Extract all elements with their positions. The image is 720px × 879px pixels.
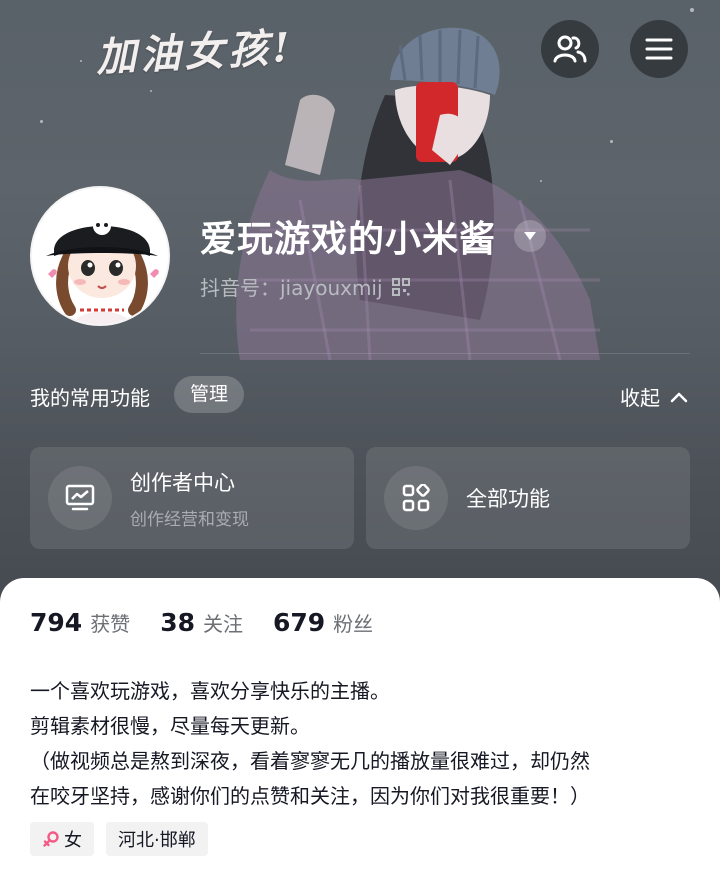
nickname: 爱玩游戏的小米酱 [200,219,497,260]
followers-count: 679 [272,608,326,637]
all-functions-card[interactable]: 全部功能 [366,447,690,549]
caret-down-icon [524,232,537,240]
douyin-id: 抖音号：jiayouxmij [200,276,383,300]
bio[interactable]: 一个喜欢玩游戏，喜欢分享快乐的主播。 剪辑素材很慢，尽量每天更新。 （做视频总是… [30,674,700,814]
collapse-button[interactable]: 收起 [620,382,688,411]
creator-center-card[interactable]: 创作者中心 创作经营和变现 [30,447,354,549]
likes-label: 获赞 [90,612,131,636]
following-label: 关注 [202,612,243,636]
menu-button[interactable] [630,20,688,78]
nickname-row[interactable]: 爱玩游戏的小米酱 [200,210,547,262]
hamburger-menu-icon [645,38,673,60]
creator-center-title: 创作者中心 [130,470,235,495]
all-functions-grid-icon [384,466,448,530]
profile-cover[interactable]: 加油女孩! 爱玩游戏的小米酱 抖音号：jiayouxmij 我的常用功能 管理 … [0,0,720,620]
gender-label: 女 [64,830,82,851]
friends-button[interactable] [541,20,599,78]
divider [200,353,690,354]
account-switch-button[interactable] [514,220,547,252]
bio-line: （做视频总是熬到深夜，看着寥寥无几的播放量很难过，却仍然 [30,749,590,773]
bio-line: 剪辑素材很慢，尽量每天更新。 [30,714,310,738]
female-icon [43,831,59,847]
cover-slogan: 加油女孩! [95,23,295,82]
bio-line: 在咬牙坚持，感谢你们的点赞和关注，因为你们对我很重要！） [30,784,590,808]
creator-center-subtitle: 创作经营和变现 [130,509,249,530]
friends-icon [553,35,587,63]
profile-info-sheet: 794 获赞 38 关注 679 粉丝 一个喜欢玩游戏，喜欢分享快乐的主播。 剪… [0,578,720,879]
qr-code-icon[interactable] [391,277,411,297]
frequent-functions-title: 我的常用功能 [30,386,150,410]
location-tag: 河北·邯郸 [106,822,208,856]
likes-count: 794 [30,608,83,637]
followers-label: 粉丝 [333,612,374,636]
avatar[interactable] [30,186,170,326]
chevron-up-icon [670,392,688,402]
following-count: 38 [160,608,195,637]
stat-followers[interactable]: 679 粉丝 [273,608,373,637]
stats-row: 794 获赞 38 关注 679 粉丝 [30,608,403,637]
stat-following[interactable]: 38 关注 [160,608,243,637]
creator-chart-icon [48,466,112,530]
stat-likes[interactable]: 794 获赞 [30,608,130,637]
bio-line: 一个喜欢玩游戏，喜欢分享快乐的主播。 [30,679,390,703]
all-functions-title: 全部功能 [466,487,550,511]
douyin-id-row[interactable]: 抖音号：jiayouxmij [200,272,411,301]
manage-button[interactable]: 管理 [174,376,245,413]
location-label: 河北·邯郸 [118,830,196,851]
gender-tag: 女 [30,822,94,856]
profile-tags: 女 河北·邯郸 [30,822,220,856]
collapse-label: 收起 [620,386,660,410]
avatar-image [32,188,168,324]
